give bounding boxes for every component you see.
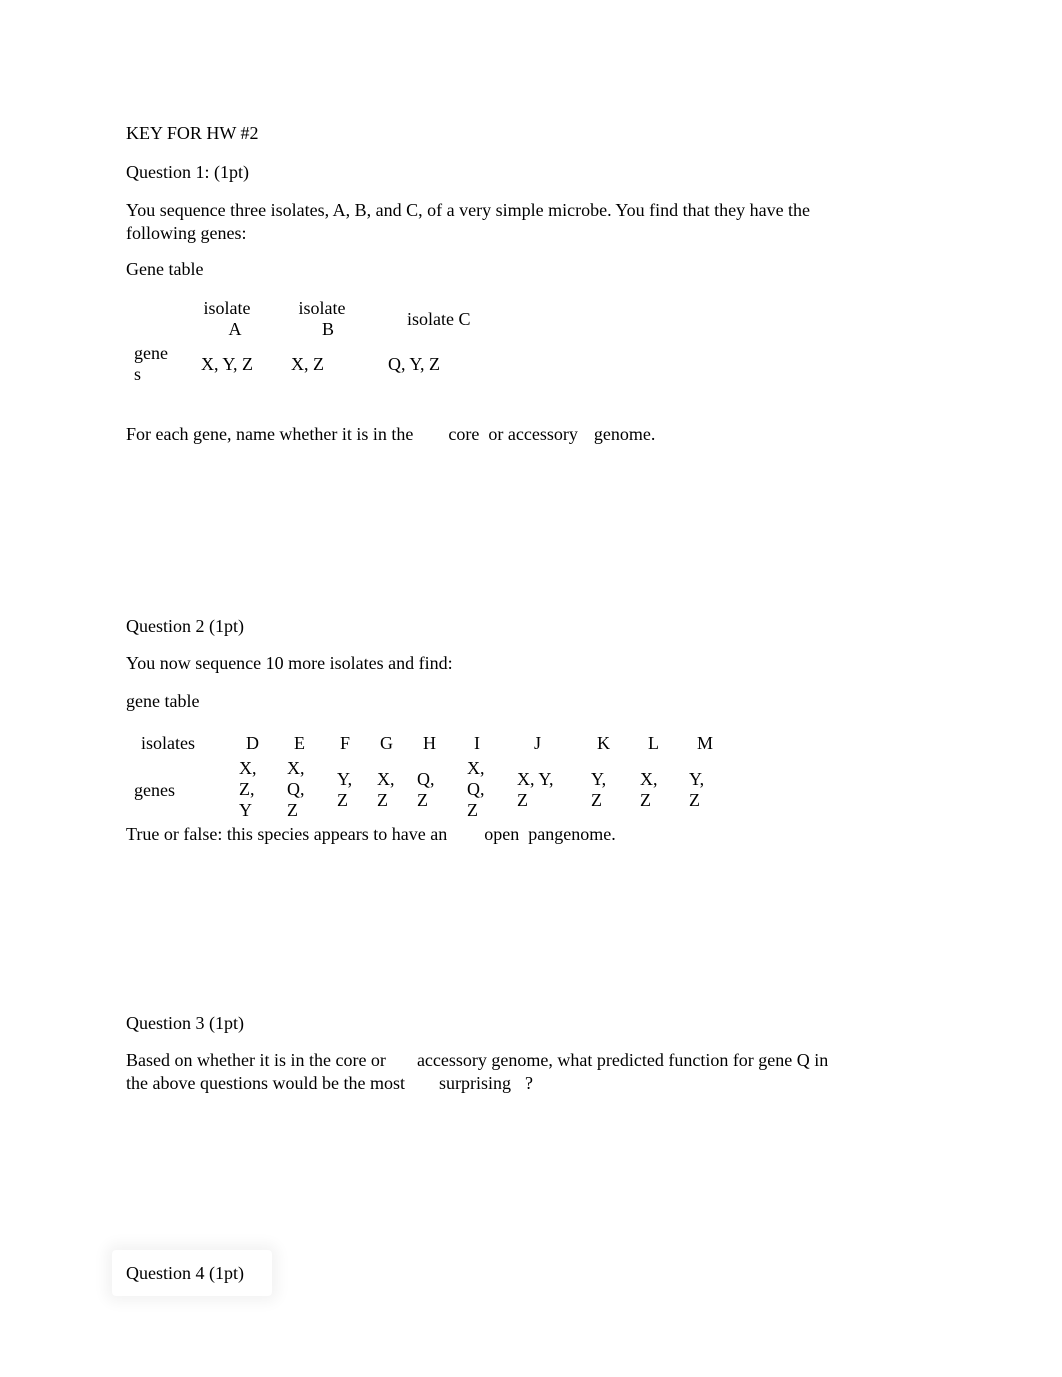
table-1-row-label-genes: gene s (134, 343, 168, 385)
header-line: B (321, 319, 334, 339)
table-2-genes-isolate-i: X, Q, Z (467, 758, 485, 821)
gene-line: X, (467, 758, 485, 778)
gene-line: X, (640, 769, 658, 789)
gene-line: Z (640, 790, 651, 810)
table-2-header-isolate-d: D (246, 733, 259, 753)
gene-line: X, (239, 758, 257, 778)
question-1-heading: Question 1: (1pt) (126, 162, 249, 182)
table-2-genes-isolate-f: Y, Z (337, 769, 352, 811)
table-2-header-isolate-l: L (648, 733, 659, 753)
question-3-heading: Question 3 (1pt) (126, 1013, 244, 1033)
gene-line: X, Y, (517, 769, 554, 789)
gene-line: X, (287, 758, 305, 778)
gene-line: Y, (591, 769, 607, 789)
table-2-header-isolate-f: F (340, 733, 351, 753)
keyword-surprising: surprising (438, 1073, 511, 1093)
question-1-text-part: genome. (593, 424, 656, 444)
question-2-text-part: True or false: this species appears to h… (126, 824, 448, 844)
table-2-genes-isolate-d: X, Z, Y (239, 758, 257, 821)
header-line: isolate (203, 298, 251, 318)
table-2-genes-isolate-h: Q, Z (417, 769, 435, 811)
table-2-header-isolate-h: H (423, 733, 436, 753)
gene-line: Z (517, 790, 528, 810)
header-line: isolate C (407, 309, 471, 329)
document-title: KEY FOR HW #2 (126, 123, 259, 143)
question-2-prompt: You now sequence 10 more isolates and fi… (126, 653, 453, 673)
gene-line: Z (417, 790, 428, 810)
gene-line: Z (467, 800, 478, 820)
question-1-text: For each gene, name whether it is in the… (126, 423, 655, 446)
question-2-text-part: pangenome. (528, 824, 616, 844)
header-line: isolate (298, 298, 346, 318)
row-label-line: gene (134, 343, 168, 363)
table-2-genes-isolate-l: X, Z (640, 769, 658, 811)
question-3-text-part: the above questions would be the most (126, 1073, 405, 1093)
gene-line: Q, (417, 769, 435, 789)
table-2-genes-isolate-m: Y, Z (689, 769, 704, 811)
table-2-header-isolate-e: E (294, 733, 305, 753)
question-4-heading: Question 4 (1pt) (126, 1263, 244, 1283)
gene-line: Z (591, 790, 602, 810)
table-2-header-isolate-m: M (697, 733, 714, 753)
question-1-prompt-line2: following genes: (126, 223, 247, 243)
gene-line: Z (377, 790, 388, 810)
header-line: A (228, 319, 242, 339)
question-2-table-caption: gene table (126, 691, 200, 711)
gene-line: Q, (287, 779, 305, 799)
table-2-header-isolate-j: J (534, 733, 542, 753)
gene-line: Z (689, 790, 700, 810)
question-1-text-part: For each gene, name whether it is in the (126, 424, 414, 444)
table-2-genes-isolate-k: Y, Z (591, 769, 606, 811)
gene-line: Y, (689, 769, 705, 789)
gene-line: Z, (239, 779, 255, 799)
question-3-text-part: Based on whether it is in the core or (126, 1050, 386, 1070)
question-3-line1: Based on whether it is in the core or acc… (126, 1049, 828, 1072)
gene-line: Q, (467, 779, 485, 799)
table-2-genes-isolate-g: X, Z (377, 769, 395, 811)
gene-line: Z (337, 790, 348, 810)
table-1-value-isolate-c: Q, Y, Z (388, 354, 441, 374)
gene-line: Y (239, 800, 252, 820)
question-3-line2: the above questions would be the most sur… (126, 1072, 533, 1095)
table-2-genes-isolate-j: X, Y, Z (517, 769, 554, 811)
keyword-accessory: or accessory (488, 424, 578, 444)
question-3-text-part: accessory genome, what predicted functio… (416, 1050, 829, 1070)
row-label-line: s (134, 364, 142, 384)
question-1-table-caption: Gene table (126, 259, 204, 279)
table-1-header-isolate-c: isolate C (407, 309, 471, 330)
question-3-text-part: ? (524, 1073, 533, 1093)
question-2-heading: Question 2 (1pt) (126, 616, 244, 636)
table-2-header-isolate-g: G (380, 733, 393, 753)
gene-line: Z (287, 800, 298, 820)
table-2-header-isolate-i: I (474, 733, 480, 753)
gene-line: Y, (337, 769, 353, 789)
table-2-header-isolate-k: K (597, 733, 610, 753)
table-1-header-isolate-b: isolate B (290, 298, 354, 340)
table-2-genes-isolate-e: X, Q, Z (287, 758, 305, 821)
gene-line: X, (377, 769, 395, 789)
table-1-header-isolate-a: isolate A (195, 298, 259, 340)
table-1-value-isolate-a: X, Y, Z (201, 354, 254, 374)
question-2-text: True or false: this species appears to h… (126, 823, 616, 846)
table-2-row-label-isolates: isolates (141, 733, 195, 753)
table-2-row-label-genes: genes (134, 780, 175, 800)
table-1-value-isolate-b: X, Z (291, 354, 324, 374)
keyword-open: open (484, 824, 520, 844)
question-1-prompt-line1: You sequence three isolates, A, B, and C… (126, 200, 811, 220)
keyword-core: core (448, 424, 480, 444)
